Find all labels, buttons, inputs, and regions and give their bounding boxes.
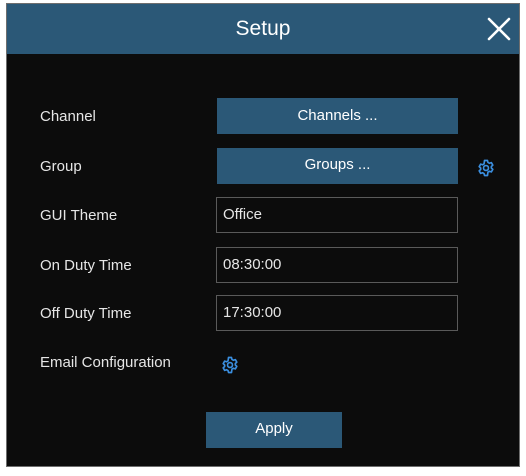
close-icon[interactable] <box>483 13 515 45</box>
gear-icon[interactable] <box>477 159 495 177</box>
on-duty-time-label: On Duty Time <box>40 257 132 274</box>
dialog-title: Setup <box>235 17 291 40</box>
groups-button[interactable]: Groups ... <box>217 148 458 184</box>
gear-icon[interactable] <box>221 356 239 374</box>
gui-theme-select[interactable]: Office <box>216 197 458 233</box>
group-label: Group <box>40 158 82 175</box>
email-configuration-label: Email Configuration <box>40 354 171 371</box>
gui-theme-label: GUI Theme <box>40 207 118 224</box>
off-duty-time-field[interactable]: 17:30:00 <box>216 295 458 331</box>
on-duty-time-field[interactable]: 08:30:00 <box>216 247 458 283</box>
channel-label: Channel <box>40 108 96 125</box>
apply-button[interactable]: Apply <box>206 412 342 448</box>
off-duty-time-label: Off Duty Time <box>40 305 132 322</box>
channels-button[interactable]: Channels ... <box>217 98 458 134</box>
title-bar: Setup <box>7 4 519 54</box>
setup-dialog: Setup Channel Channels ... Group Groups … <box>6 3 520 467</box>
